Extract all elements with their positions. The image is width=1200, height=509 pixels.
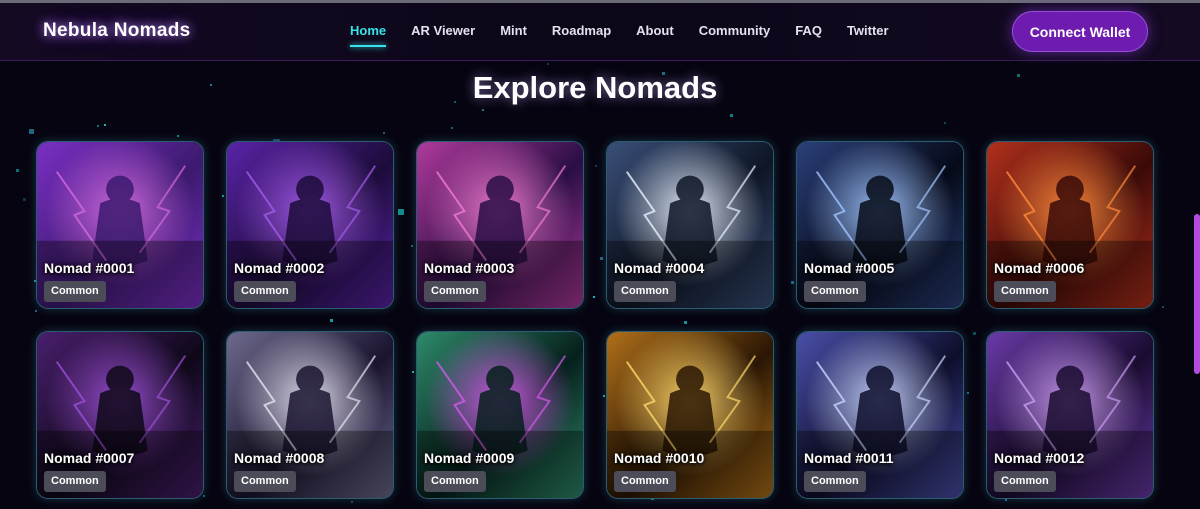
star-particle bbox=[684, 321, 687, 324]
nomad-card[interactable]: Nomad #0002 Common bbox=[226, 141, 394, 309]
nomad-card[interactable]: Nomad #0007 Common bbox=[36, 331, 204, 499]
nomad-card[interactable]: Nomad #0008 Common bbox=[226, 331, 394, 499]
nomad-card[interactable]: Nomad #0009 Common bbox=[416, 331, 584, 499]
nomad-card[interactable]: Nomad #0011 Common bbox=[796, 331, 964, 499]
star-particle bbox=[104, 124, 106, 126]
star-particle bbox=[383, 132, 385, 134]
star-particle bbox=[203, 495, 205, 497]
star-particle bbox=[791, 281, 794, 284]
star-particle bbox=[351, 501, 353, 503]
rarity-badge: Common bbox=[424, 281, 486, 302]
rarity-badge: Common bbox=[994, 281, 1056, 302]
star-particle bbox=[16, 169, 19, 172]
star-particle bbox=[967, 392, 969, 394]
nomad-name: Nomad #0005 bbox=[804, 260, 895, 276]
rarity-badge: Common bbox=[44, 471, 106, 492]
nomad-card[interactable]: Nomad #0010 Common bbox=[606, 331, 774, 499]
star-particle bbox=[730, 114, 733, 117]
brand-logo[interactable]: Nebula Nomads bbox=[43, 20, 191, 42]
star-particle bbox=[1162, 306, 1164, 308]
star-particle bbox=[412, 371, 414, 373]
nav-community[interactable]: Community bbox=[699, 23, 771, 47]
nav-mint[interactable]: Mint bbox=[500, 23, 527, 47]
nomad-card[interactable]: Nomad #0006 Common bbox=[986, 141, 1154, 309]
nomad-name: Nomad #0006 bbox=[994, 260, 1085, 276]
rarity-badge: Common bbox=[614, 471, 676, 492]
nomad-card[interactable]: Nomad #0003 Common bbox=[416, 141, 584, 309]
nomad-name: Nomad #0010 bbox=[614, 450, 705, 466]
star-particle bbox=[411, 245, 413, 247]
rarity-badge: Common bbox=[804, 471, 866, 492]
star-particle bbox=[593, 296, 595, 298]
nomad-name: Nomad #0003 bbox=[424, 260, 515, 276]
star-particle bbox=[97, 125, 99, 127]
star-particle bbox=[595, 165, 597, 167]
star-particle bbox=[1005, 499, 1007, 501]
rarity-badge: Common bbox=[424, 471, 486, 492]
nomad-card[interactable]: Nomad #0001 Common bbox=[36, 141, 204, 309]
nomad-name: Nomad #0009 bbox=[424, 450, 515, 466]
nav-faq[interactable]: FAQ bbox=[795, 23, 822, 47]
star-particle bbox=[177, 135, 179, 137]
rarity-badge: Common bbox=[234, 281, 296, 302]
star-particle bbox=[35, 310, 37, 312]
nomad-name: Nomad #0007 bbox=[44, 450, 135, 466]
star-particle bbox=[451, 127, 453, 129]
nomad-card[interactable]: Nomad #0004 Common bbox=[606, 141, 774, 309]
nav-ar-viewer[interactable]: AR Viewer bbox=[411, 23, 475, 47]
connect-wallet-button[interactable]: Connect Wallet bbox=[1012, 11, 1148, 52]
nav-about[interactable]: About bbox=[636, 23, 674, 47]
main-nav: Home AR Viewer Mint Roadmap About Commun… bbox=[350, 23, 914, 47]
nomad-name: Nomad #0002 bbox=[234, 260, 325, 276]
star-particle bbox=[29, 129, 34, 134]
nomad-name: Nomad #0008 bbox=[234, 450, 325, 466]
star-particle bbox=[482, 109, 484, 111]
navbar: Nebula Nomads Home AR Viewer Mint Roadma… bbox=[0, 3, 1200, 61]
nav-roadmap[interactable]: Roadmap bbox=[552, 23, 611, 47]
star-particle bbox=[603, 395, 605, 397]
nomad-card[interactable]: Nomad #0005 Common bbox=[796, 141, 964, 309]
nomad-name: Nomad #0004 bbox=[614, 260, 705, 276]
star-particle bbox=[23, 198, 26, 201]
scrollbar-thumb[interactable] bbox=[1194, 214, 1200, 374]
rarity-badge: Common bbox=[614, 281, 676, 302]
star-particle bbox=[330, 319, 333, 322]
nomad-name: Nomad #0011 bbox=[804, 450, 894, 466]
nomad-name: Nomad #0001 bbox=[44, 260, 135, 276]
rarity-badge: Common bbox=[994, 471, 1056, 492]
rarity-badge: Common bbox=[234, 471, 296, 492]
nomad-name: Nomad #0012 bbox=[994, 450, 1085, 466]
star-particle bbox=[398, 209, 404, 215]
star-particle bbox=[944, 122, 946, 124]
rarity-badge: Common bbox=[804, 281, 866, 302]
nav-home[interactable]: Home bbox=[350, 23, 387, 47]
star-particle bbox=[973, 332, 976, 335]
nav-twitter[interactable]: Twitter bbox=[847, 23, 889, 47]
star-particle bbox=[547, 63, 549, 65]
star-particle bbox=[600, 257, 603, 260]
nomad-card[interactable]: Nomad #0012 Common bbox=[986, 331, 1154, 499]
star-particle bbox=[222, 195, 224, 197]
page-title: Explore Nomads bbox=[472, 70, 718, 105]
rarity-badge: Common bbox=[44, 281, 106, 302]
